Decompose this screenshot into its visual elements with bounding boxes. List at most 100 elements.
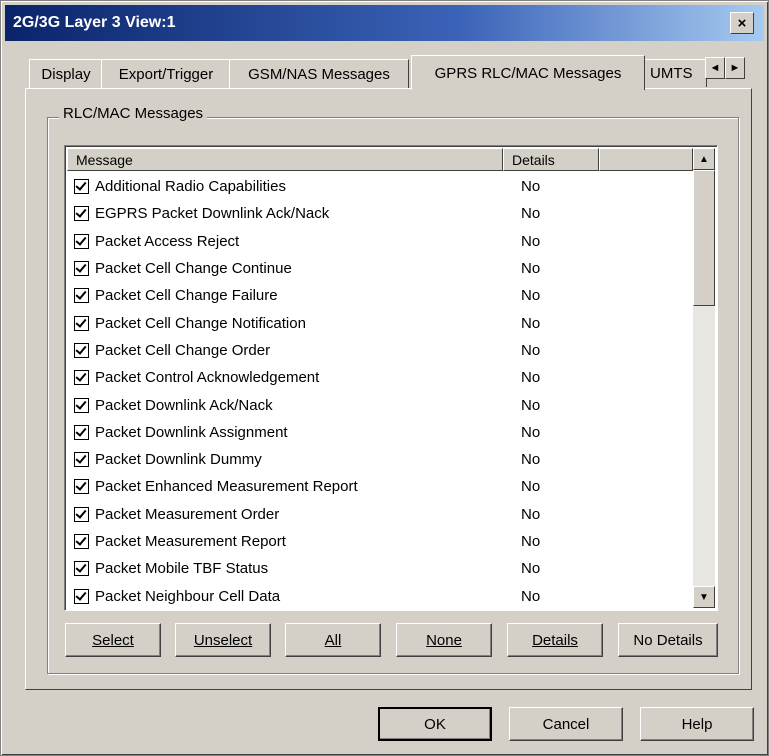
tab-label: Export/Trigger (118, 65, 214, 83)
list-item[interactable]: Packet Cell Change Continue No (67, 255, 691, 282)
list-item[interactable]: Packet Cell Change Failure No (67, 282, 691, 309)
column-header-details[interactable]: Details (503, 148, 599, 171)
scroll-up-button[interactable]: ▲ (693, 148, 715, 170)
button-label: Select (92, 631, 134, 649)
button-label: None (426, 631, 462, 649)
list-rows: Additional Radio Capabilities No EGPRS Pac… (67, 173, 691, 610)
list-item[interactable]: Packet Cell Change Order No (67, 337, 691, 364)
details-value: No (521, 505, 541, 523)
list-item[interactable]: Packet Downlink Assignment No (67, 419, 691, 446)
column-label: Message (76, 151, 133, 168)
message-name: Packet Downlink Assignment (95, 423, 288, 441)
checkbox[interactable] (74, 370, 89, 386)
vertical-scrollbar[interactable]: ▲ ▼ (693, 148, 715, 608)
checkbox[interactable] (74, 342, 89, 358)
close-icon: × (737, 14, 747, 32)
list-item[interactable]: Packet Downlink Dummy No (67, 446, 691, 473)
tab-scroll-right-button[interactable]: ► (725, 57, 745, 79)
button-label: OK (424, 715, 446, 733)
none-button[interactable]: None (396, 623, 492, 657)
details-value: No (521, 533, 541, 550)
tab-gprs-rlc-mac-messages[interactable]: GPRS RLC/MAC Messages (411, 55, 645, 90)
message-name: Packet Downlink Dummy (95, 451, 262, 469)
details-value: No (521, 587, 541, 605)
list-item[interactable]: Packet Access Reject No (67, 228, 691, 255)
message-name: Packet Measurement Order (95, 505, 280, 523)
list-item[interactable]: Packet Downlink Ack/Nack No (67, 391, 691, 418)
message-list[interactable]: Message Details Additional Radio Capabil… (64, 145, 718, 611)
details-value: No (521, 560, 541, 578)
checkbox[interactable] (74, 179, 89, 195)
list-item[interactable]: Packet Measurement Report No (67, 528, 691, 555)
checkbox[interactable] (74, 233, 89, 249)
close-button[interactable]: × (730, 12, 754, 34)
message-name: Packet Control Acknowledgement (95, 369, 320, 387)
details-value: No (521, 178, 541, 196)
button-label: Cancel (542, 715, 590, 733)
checkbox[interactable] (74, 288, 89, 304)
checkbox[interactable] (74, 479, 89, 495)
details-value: No (521, 314, 541, 332)
checkbox[interactable] (74, 534, 89, 549)
message-name: Packet Cell Change Failure (95, 287, 278, 305)
tab-label: Display (41, 65, 91, 83)
details-value: No (521, 478, 541, 496)
window-title: 2G/3G Layer 3 View:1 (13, 14, 176, 31)
select-button[interactable]: Select (65, 623, 161, 657)
no-details-button[interactable]: No Details (618, 623, 718, 657)
tab-scroll-left-button[interactable]: ◄ (705, 57, 725, 79)
checkbox[interactable] (74, 424, 89, 440)
message-name: Packet Mobile TBF Status (95, 560, 269, 578)
checkbox[interactable] (74, 206, 89, 222)
unselect-button[interactable]: Unselect (175, 623, 271, 657)
arrow-down-icon: ▼ (699, 591, 709, 603)
tab-label: UMTS (650, 65, 693, 82)
message-name: Packet Downlink Ack/Nack (95, 396, 273, 414)
checkbox[interactable] (74, 452, 89, 468)
button-label: Help (681, 715, 713, 733)
list-item[interactable]: Packet Enhanced Measurement Report No (67, 473, 691, 500)
help-button[interactable]: Help (640, 707, 754, 741)
checkbox[interactable] (74, 561, 89, 577)
details-value: No (521, 423, 541, 441)
list-item[interactable]: Packet Measurement Order No (67, 501, 691, 528)
message-name: Packet Cell Change Notification (95, 314, 306, 332)
list-item[interactable]: Packet Mobile TBF Status No (67, 555, 691, 582)
list-item[interactable]: Packet Control Acknowledgement No (67, 364, 691, 391)
details-button[interactable]: Details (507, 623, 603, 657)
list-item[interactable]: Additional Radio Capabilities No (67, 173, 691, 200)
list-item[interactable]: Packet Cell Change Notification No (67, 309, 691, 336)
column-header-blank[interactable] (599, 148, 693, 171)
tab-strip: Display Export/Trigger GSM/NAS Messages … (29, 55, 759, 90)
checkbox[interactable] (74, 315, 89, 331)
list-item[interactable]: Packet Neighbour Cell Data No (67, 582, 691, 609)
tab-display[interactable]: Display (29, 59, 103, 88)
tab-export-trigger[interactable]: Export/Trigger (101, 59, 231, 88)
message-name: Packet Cell Change Continue (95, 260, 292, 278)
checkbox[interactable] (74, 261, 89, 277)
checkbox[interactable] (74, 588, 89, 604)
dialog-window: 2G/3G Layer 3 View:1 × Display Export/Tr… (0, 0, 769, 756)
details-value: No (521, 369, 541, 387)
tab-gsm-nas-messages[interactable]: GSM/NAS Messages (229, 59, 409, 88)
checkbox[interactable] (74, 506, 89, 522)
scroll-down-button[interactable]: ▼ (693, 586, 715, 608)
cancel-button[interactable]: Cancel (509, 707, 623, 741)
list-header: Message Details (67, 148, 693, 173)
message-name: Packet Enhanced Measurement Report (95, 478, 358, 496)
tab-label: GPRS RLC/MAC Messages (434, 64, 622, 82)
all-button[interactable]: All (285, 623, 381, 657)
arrow-up-icon: ▲ (699, 153, 709, 165)
ok-button[interactable]: OK (378, 707, 492, 741)
details-value: No (521, 232, 541, 250)
title-bar[interactable]: 2G/3G Layer 3 View:1 × (5, 5, 764, 41)
checkbox[interactable] (74, 397, 89, 413)
button-label: Unselect (193, 631, 253, 649)
scroll-thumb[interactable] (693, 170, 715, 306)
details-value: No (521, 205, 541, 223)
column-header-message[interactable]: Message (67, 148, 503, 171)
tab-umts[interactable]: UMTS (643, 59, 707, 87)
message-name: Additional Radio Capabilities (95, 178, 286, 196)
list-item[interactable]: EGPRS Packet Downlink Ack/Nack No (67, 200, 691, 227)
button-label: No Details (633, 631, 703, 649)
